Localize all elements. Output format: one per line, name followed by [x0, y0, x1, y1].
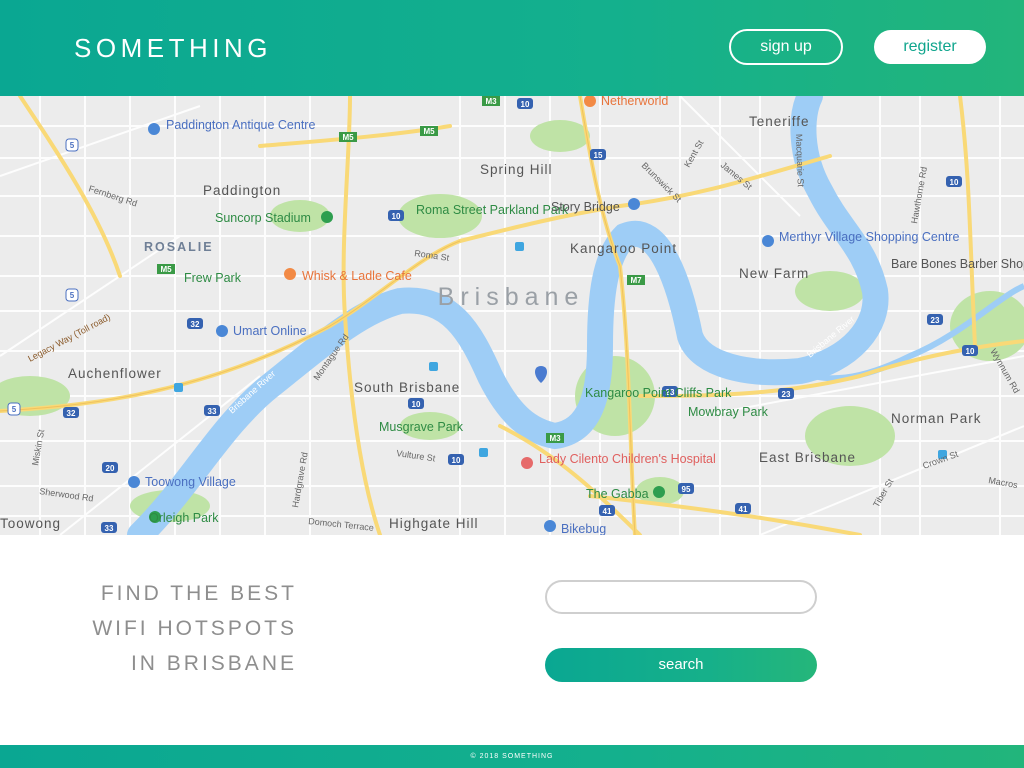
- map-place-label: Frew Park: [184, 271, 242, 285]
- map-place-label: Auchenflower: [68, 366, 162, 381]
- map-place-label: Norman Park: [891, 411, 982, 426]
- route-shield: 10: [392, 212, 401, 221]
- shopping-marker-icon[interactable]: [216, 325, 228, 337]
- map-place-label: Mowbray Park: [688, 405, 769, 419]
- search-button[interactable]: search: [545, 648, 817, 682]
- map-place-label: New Farm: [739, 266, 809, 281]
- map-place-label: South Brisbane: [354, 380, 460, 395]
- route-shield: 41: [603, 507, 612, 516]
- train-station-icon[interactable]: [429, 362, 438, 371]
- svg-text:10: 10: [412, 400, 421, 409]
- map-place-label: Highgate Hill: [389, 516, 479, 531]
- svg-text:33: 33: [105, 524, 114, 533]
- map-street-label: Macquarie St: [794, 134, 806, 188]
- map-city-label: Brisbane: [438, 283, 585, 311]
- stadium-marker-icon[interactable]: [653, 486, 665, 498]
- svg-text:5: 5: [70, 291, 75, 300]
- map-place-label: Paddington Antique Centre: [166, 118, 315, 132]
- shopping-marker-icon[interactable]: [544, 520, 556, 532]
- map-place-label: Kangaroo Point Cliffs Park: [585, 386, 732, 400]
- map-place-label: Merthyr Village Shopping Centre: [779, 230, 959, 244]
- copyright-text: © 2018 SOMETHING: [470, 753, 554, 760]
- svg-text:M3: M3: [549, 434, 561, 443]
- bridge-marker-icon[interactable]: [628, 198, 640, 210]
- map-place-label: East Brisbane: [759, 450, 856, 465]
- map-place-label: Bare Bones Barber Shop: [891, 257, 1024, 271]
- tagline-line: WIFI HOTSPOTS: [92, 617, 297, 640]
- route-shield: 15: [594, 151, 603, 160]
- map-place-label: ROSALIE: [144, 240, 214, 254]
- map-place-label: Netherworld: [601, 96, 668, 108]
- footer-bar: © 2018 SOMETHING: [0, 745, 1024, 768]
- sign-up-button[interactable]: sign up: [729, 29, 843, 65]
- route-shield: 32: [191, 320, 200, 329]
- svg-text:32: 32: [67, 409, 76, 418]
- train-station-icon[interactable]: [174, 383, 183, 392]
- route-shield: 5: [70, 141, 75, 150]
- cafe-marker-icon[interactable]: [284, 268, 296, 280]
- hero-tagline: FIND THE BEST WIFI HOTSPOTS IN BRISBANE: [92, 576, 297, 681]
- svg-text:10: 10: [950, 178, 959, 187]
- map-place-label: Story Bridge: [551, 200, 620, 214]
- svg-text:10: 10: [966, 347, 975, 356]
- search-input[interactable]: [545, 580, 817, 614]
- hospital-marker-icon[interactable]: [521, 457, 533, 469]
- register-button[interactable]: register: [874, 30, 986, 64]
- map-place-label: Whisk & Ladle Cafe: [302, 269, 412, 283]
- map-place-label: The Gabba: [586, 487, 649, 501]
- svg-text:M5: M5: [342, 133, 354, 142]
- map-place-label: Paddington: [203, 183, 281, 198]
- shopping-marker-icon[interactable]: [128, 476, 140, 488]
- map-place-label: Toowong Village: [145, 475, 236, 489]
- tagline-line: IN BRISBANE: [130, 652, 297, 675]
- stadium-marker-icon[interactable]: [321, 211, 333, 223]
- top-nav-bar: SOMETHING sign up register: [0, 0, 1024, 96]
- shopping-marker-icon[interactable]: [762, 235, 774, 247]
- route-shield: M7: [630, 276, 642, 285]
- route-shield: 33: [208, 407, 217, 416]
- svg-text:10: 10: [452, 456, 461, 465]
- map-place-label: Bikebug: [561, 522, 606, 535]
- svg-text:41: 41: [739, 505, 748, 514]
- site-logo[interactable]: SOMETHING: [74, 33, 272, 64]
- map-place-label: Roma Street Parkland Park: [416, 203, 569, 217]
- svg-text:23: 23: [931, 316, 940, 325]
- svg-text:M5: M5: [160, 265, 172, 274]
- map-place-label: Musgrave Park: [379, 420, 464, 434]
- svg-text:M5: M5: [423, 127, 435, 136]
- map-view[interactable]: M3 M5 M5 M5 M7 M3 5 5 5 10 10 10 10 10 1…: [0, 96, 1024, 535]
- route-shield: 95: [682, 485, 691, 494]
- tagline-line: FIND THE BEST: [100, 582, 297, 605]
- svg-text:10: 10: [521, 100, 530, 109]
- map-place-label: Spring Hill: [480, 162, 553, 177]
- map-place-label: Kangaroo Point: [570, 241, 677, 256]
- map-place-label: Orleigh Park: [149, 511, 219, 525]
- map-place-label: Teneriffe: [749, 114, 810, 129]
- map-place-label: Toowong: [0, 516, 61, 531]
- map-place-label: Suncorp Stadium: [215, 211, 311, 225]
- train-station-icon[interactable]: [479, 448, 488, 457]
- map-place-label: Umart Online: [233, 324, 307, 338]
- train-station-icon[interactable]: [515, 242, 524, 251]
- route-shield: 20: [106, 464, 115, 473]
- svg-text:23: 23: [782, 390, 791, 399]
- route-shield: M3: [485, 97, 497, 106]
- map-place-label: Lady Cilento Children's Hospital: [539, 452, 716, 466]
- shopping-marker-icon[interactable]: [148, 123, 160, 135]
- svg-text:5: 5: [12, 405, 17, 414]
